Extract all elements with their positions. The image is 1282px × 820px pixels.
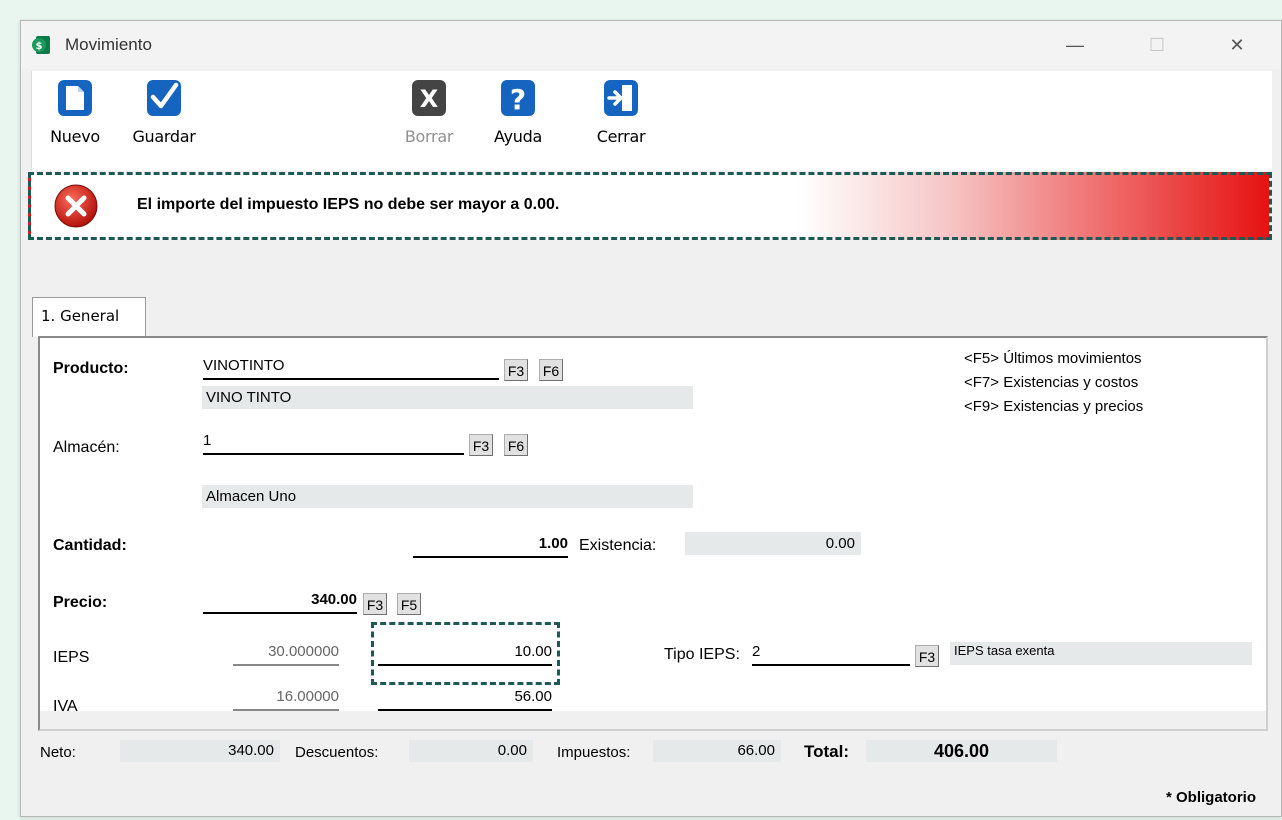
impuestos-value: 66.00 — [653, 740, 781, 762]
tipo-ieps-f3-button[interactable]: F3 — [915, 645, 939, 667]
close-window-button[interactable]: ✕ — [1219, 31, 1255, 59]
total-value: 406.00 — [866, 740, 1057, 762]
precio-f5-button[interactable]: F5 — [397, 593, 421, 615]
producto-f6-button[interactable]: F6 — [539, 359, 563, 381]
panel-footer-strip — [40, 711, 1266, 729]
ieps-rate-input[interactable]: 30.000000 — [233, 643, 339, 666]
almacen-description: Almacen Uno — [202, 485, 693, 508]
almacen-label: Almacén: — [53, 439, 120, 456]
cerrar-label: Cerrar — [596, 127, 646, 146]
precio-f3-button[interactable]: F3 — [363, 593, 387, 615]
ayuda-button[interactable]: ? Ayuda — [488, 79, 548, 146]
almacen-f6-button[interactable]: F6 — [504, 434, 528, 456]
tipo-ieps-label: Tipo IEPS: — [664, 646, 740, 663]
ieps-amount-input[interactable]: 10.00 — [378, 643, 552, 666]
delete-icon: X — [412, 80, 446, 116]
nuevo-label: Nuevo — [50, 127, 100, 146]
producto-f3-button[interactable]: F3 — [504, 359, 528, 381]
help-icon: ? — [501, 80, 535, 116]
tab-general[interactable]: 1. General — [32, 297, 146, 337]
hint-existencias-precios: <F9> Existencias y precios — [964, 398, 1144, 415]
svg-text:?: ? — [510, 83, 526, 116]
existencia-label: Existencia: — [579, 537, 657, 554]
general-panel: Producto: VINOTINTO F3 F6 VINO TINTO Alm… — [38, 336, 1268, 731]
total-label: Total: — [804, 742, 850, 761]
producto-code-input[interactable]: VINOTINTO — [203, 357, 499, 380]
neto-label: Neto: — [40, 744, 76, 761]
minimize-button[interactable]: — — [1057, 31, 1093, 59]
error-icon — [54, 184, 98, 228]
descuentos-label: Descuentos: — [295, 744, 379, 761]
new-document-icon — [58, 80, 92, 116]
svg-text:X: X — [420, 85, 439, 113]
producto-label: Producto: — [53, 360, 129, 377]
guardar-label: Guardar — [132, 127, 196, 146]
hint-ultimos-movimientos: <F5> Últimos movimientos — [964, 350, 1142, 367]
ieps-label: IEPS — [53, 649, 90, 666]
nuevo-button[interactable]: Nuevo — [46, 79, 104, 146]
window-title: Movimiento — [65, 35, 152, 54]
tipo-ieps-description: IEPS tasa exenta — [950, 642, 1252, 665]
error-message: El importe del impuesto IEPS no debe ser… — [137, 196, 560, 213]
almacen-code-input[interactable]: 1 — [203, 432, 464, 455]
iva-amount-input[interactable]: 56.00 — [378, 688, 552, 711]
app-icon: $ — [32, 36, 50, 54]
almacen-f3-button[interactable]: F3 — [469, 434, 493, 456]
borrar-label: Borrar — [404, 127, 454, 146]
guardar-button[interactable]: Guardar — [128, 79, 200, 146]
cantidad-input[interactable]: 1.00 — [413, 535, 568, 558]
maximize-button[interactable]: ☐ — [1139, 31, 1175, 59]
precio-label: Precio: — [53, 594, 108, 611]
borrar-button[interactable]: X Borrar — [400, 79, 458, 146]
producto-description: VINO TINTO — [202, 386, 693, 409]
error-alert: El importe del impuesto IEPS no debe ser… — [28, 172, 1272, 240]
existencia-value: 0.00 — [685, 532, 861, 555]
title-bar: $ Movimiento — ☐ ✕ — [21, 21, 1281, 69]
svg-text:$: $ — [36, 41, 43, 52]
checkmark-icon — [147, 80, 181, 116]
exit-door-icon — [604, 80, 638, 116]
cantidad-label: Cantidad: — [53, 537, 127, 554]
tipo-ieps-input[interactable]: 2 — [752, 643, 910, 666]
toolbar: Nuevo Guardar X Borrar ? Ayuda Cerrar — [31, 71, 1272, 171]
precio-input[interactable]: 340.00 — [203, 591, 357, 614]
descuentos-value: 0.00 — [409, 740, 533, 762]
cerrar-button[interactable]: Cerrar — [592, 79, 650, 146]
neto-value: 340.00 — [120, 740, 280, 762]
ayuda-label: Ayuda — [494, 127, 542, 146]
movimiento-window: $ Movimiento — ☐ ✕ Nuevo Guardar X Borra… — [20, 20, 1282, 817]
iva-rate-input[interactable]: 16.00000 — [233, 688, 339, 711]
impuestos-label: Impuestos: — [557, 744, 631, 761]
hint-existencias-costos: <F7> Existencias y costos — [964, 374, 1139, 391]
obligatorio-note: * Obligatorio — [1166, 789, 1256, 806]
